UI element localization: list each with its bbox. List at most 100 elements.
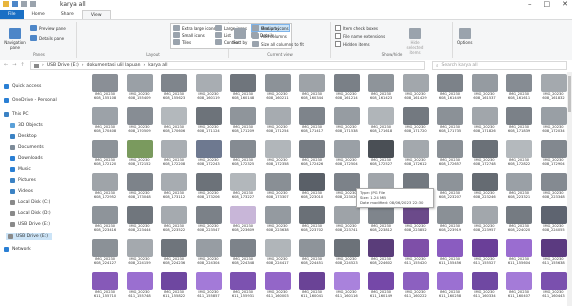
sidebar-item-5[interactable]: Documents	[10, 145, 44, 150]
file-item[interactable]: IMG_20230 608_224055	[537, 206, 571, 232]
file-item[interactable]: IMG_20230 608_171124	[192, 107, 226, 133]
file-item[interactable]: IMG_20230 608_223702	[295, 206, 329, 232]
tab-file[interactable]: File	[0, 10, 24, 19]
up-arrow-icon[interactable]: ↑	[20, 62, 24, 68]
file-item[interactable]: IMG_20230 608_160148	[226, 74, 260, 100]
file-item[interactable]: IMG_20230 608_223010	[295, 173, 329, 199]
search-input[interactable]: ⌕ Search karya all	[432, 61, 567, 70]
file-item[interactable]: IMG_20230 608_173206	[192, 173, 226, 199]
file-item[interactable]: IMG_20230 608_160211	[261, 74, 295, 100]
undo-icon[interactable]	[21, 1, 27, 7]
details-pane-button[interactable]: Details pane	[30, 35, 64, 41]
file-item[interactable]: IMG_20230 608_171720	[399, 107, 433, 133]
file-item[interactable]: IMG_20230 611_160003	[261, 272, 295, 298]
size-columns-button[interactable]: Size all columns to fit	[252, 41, 304, 47]
close-button[interactable]: ✕	[562, 0, 568, 8]
address-bar[interactable]: › USB Drive (E:) › dokumentasi ulil lapu…	[30, 61, 425, 70]
file-item[interactable]: IMG_20230 611_160222	[399, 272, 433, 298]
file-item[interactable]: IMG_20230 611_155604	[502, 239, 536, 265]
tab-view[interactable]: View	[81, 9, 111, 20]
file-item[interactable]: IMG_20230 608_161429	[399, 74, 433, 100]
sidebar-item-8[interactable]: Pictures	[10, 178, 36, 183]
tab-share[interactable]: Share	[53, 10, 82, 19]
file-item[interactable]: IMG_20230 608_160119	[192, 74, 226, 100]
file-item[interactable]: IMG_20230 608_223207	[433, 173, 467, 199]
file-item[interactable]: IMG_20230 608_224523	[330, 239, 364, 265]
file-item[interactable]: IMG_20230 611_155748	[123, 272, 157, 298]
file-item[interactable]: IMG_20230 611_155638	[537, 239, 571, 265]
file-item[interactable]: IMG_20230 608_155623	[157, 74, 191, 100]
file-item[interactable]: IMG_20230 608_224020	[502, 206, 536, 232]
sidebar-item-10[interactable]: Local Disk (C:)	[10, 200, 50, 205]
vertical-scrollbar[interactable]	[567, 72, 572, 306]
file-item[interactable]: IMG_20230 608_172657	[433, 140, 467, 166]
maximize-button[interactable]: □	[544, 0, 551, 8]
file-item[interactable]: IMG_20230 611_155710	[88, 272, 122, 298]
sort-by-button[interactable]: Sort by	[233, 28, 247, 45]
sidebar-item-7[interactable]: Music	[10, 167, 31, 172]
options-button[interactable]: Options	[457, 28, 472, 45]
tab-home[interactable]: Home	[24, 10, 53, 19]
file-item[interactable]: IMG_20230 608_224159	[123, 239, 157, 265]
file-item[interactable]: IMG_20230 608_223638	[261, 206, 295, 232]
file-item[interactable]: IMG_20230 608_171618	[364, 107, 398, 133]
file-item[interactable]: IMG_20230 608_172504	[330, 140, 364, 166]
file-item[interactable]: IMG_20230 608_173227	[226, 173, 260, 199]
file-item[interactable]: IMG_20230 608_172748	[468, 140, 502, 166]
file-item[interactable]: IMG_20230 611_155527	[468, 239, 502, 265]
sidebar-item-14[interactable]: Network	[4, 247, 31, 252]
file-item[interactable]: IMG_20230 608_161423	[364, 74, 398, 100]
file-item[interactable]: IMG_20230 608_172358	[261, 140, 295, 166]
file-item[interactable]: IMG_20230 608_171254	[261, 107, 295, 133]
scrollbar-thumb[interactable]	[568, 76, 571, 112]
navigation-pane-button[interactable]: Navigation pane	[4, 28, 26, 50]
layout-list[interactable]: List	[215, 32, 231, 38]
file-item[interactable]: IMG_20230 608_161611	[502, 74, 536, 100]
file-item[interactable]: IMG_20230 608_223547	[192, 206, 226, 232]
file-item[interactable]: IMG_20230 608_224236	[157, 239, 191, 265]
file-item[interactable]: IMG_20230 608_223919	[433, 206, 467, 232]
file-item[interactable]: IMG_20230 608_172034	[537, 107, 571, 133]
file-item[interactable]: IMG_20230 608_224602	[364, 239, 398, 265]
file-item[interactable]: IMG_20230 608_224304	[192, 239, 226, 265]
file-item[interactable]: IMG_20230 608_223348	[537, 173, 571, 199]
file-item[interactable]: IMG_20230 611_160041	[295, 272, 329, 298]
file-item[interactable]: IMG_20230 611_160258	[433, 272, 467, 298]
breadcrumb-dokumentasi[interactable]: dokumentasi ulil lapuan	[87, 63, 141, 68]
file-item[interactable]: IMG_20230 608_171735	[433, 107, 467, 133]
minimize-button[interactable]: –	[528, 0, 532, 8]
file-item[interactable]: IMG_20230 608_173048	[123, 173, 157, 199]
file-item[interactable]: IMG_20230 608_170606	[157, 107, 191, 133]
forward-arrow-icon[interactable]: →	[12, 62, 16, 68]
file-item[interactable]: IMG_20230 608_170509	[123, 107, 157, 133]
file-item[interactable]: IMG_20230 608_172325	[226, 140, 260, 166]
file-item[interactable]: IMG_20230 608_172952	[88, 173, 122, 199]
file-item[interactable]: IMG_20230 611_160407	[502, 272, 536, 298]
file-item[interactable]: IMG_20230 608_171839	[502, 107, 536, 133]
file-item[interactable]: IMG_20230 608_224417	[261, 239, 295, 265]
file-item[interactable]: IMG_20230 608_223852	[399, 206, 433, 232]
sidebar-item-3[interactable]: 3D Objects	[10, 123, 43, 128]
file-item[interactable]: IMG_20230 608_172120	[88, 140, 122, 166]
file-item[interactable]: IMG_20230 608_224451	[295, 239, 329, 265]
file-item[interactable]: IMG_20230 611_160334	[468, 272, 502, 298]
file-item[interactable]: IMG_20230 608_172426	[295, 140, 329, 166]
hidden-items-toggle[interactable]: Hidden items	[335, 41, 370, 47]
file-item[interactable]: IMG_20230 608_170408	[88, 107, 122, 133]
file-item[interactable]: IMG_20230 608_223812	[364, 206, 398, 232]
file-item[interactable]: IMG_20230 608_161214	[330, 74, 364, 100]
sidebar-item-4[interactable]: Desktop	[10, 134, 37, 139]
file-item[interactable]: IMG_20230 608_223957	[468, 206, 502, 232]
file-item[interactable]: IMG_20230 611_160149	[364, 272, 398, 298]
file-item[interactable]: IMG_20230 611_155822	[157, 272, 191, 298]
file-item[interactable]: IMG_20230 608_161449	[433, 74, 467, 100]
file-item[interactable]: IMG_20230 611_160443	[537, 272, 571, 298]
file-item[interactable]: IMG_20230 608_172152	[123, 140, 157, 166]
sidebar-item-13[interactable]: USB Drive (E:)	[6, 233, 52, 240]
file-item[interactable]: IMG_20230 608_171417	[295, 107, 329, 133]
save-icon[interactable]	[12, 1, 18, 7]
file-item[interactable]: IMG_20230 608_161832	[537, 74, 571, 100]
file-item[interactable]: IMG_20230 608_223522	[157, 206, 191, 232]
file-item[interactable]: IMG_20230 608_155108	[88, 74, 122, 100]
file-item[interactable]: IMG_20230 608_161537	[468, 74, 502, 100]
